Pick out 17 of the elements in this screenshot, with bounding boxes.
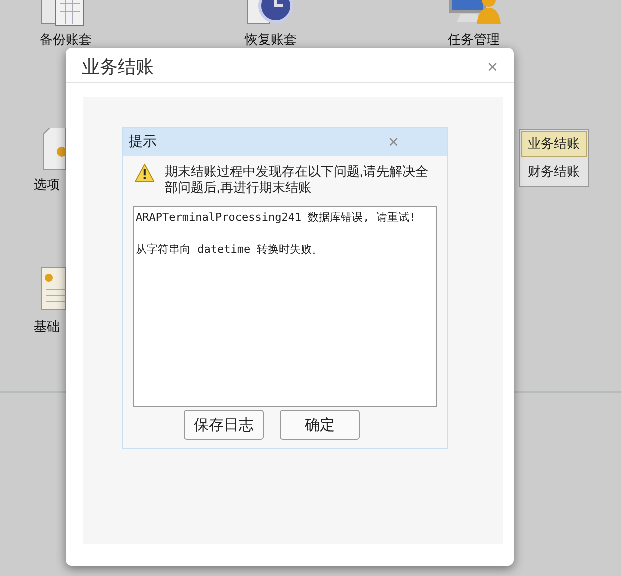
icon-label[interactable]: 选项 xyxy=(34,176,60,194)
prompt-title: 提示 xyxy=(129,133,157,151)
document-icon[interactable] xyxy=(42,128,66,172)
profile-card-icon[interactable] xyxy=(40,266,66,312)
dialog-button[interactable]: 确定 xyxy=(280,410,360,440)
dialog-button[interactable]: 保存日志 xyxy=(184,410,264,440)
log-line: ARAPTerminalProcessing241 数据库错误, 请重试! xyxy=(136,210,418,225)
icon-label[interactable]: 任务管理 xyxy=(448,31,500,49)
menu-item[interactable]: 业务结账 xyxy=(521,131,587,157)
icon-label[interactable]: 恢复账套 xyxy=(245,31,297,49)
dialog-title: 业务结账 xyxy=(82,56,154,79)
log-field[interactable]: ARAPTerminalProcessing241 数据库错误, 请重试! 从字符串向 datetime 转换时失败。 xyxy=(133,206,437,407)
log-line: 从字符串向 datetime 转换时失败。 xyxy=(136,242,324,257)
icon-label[interactable]: 基础 xyxy=(34,318,60,336)
menu-item[interactable]: 财务结账 xyxy=(521,159,587,185)
message-text: 期末结账过程中发现存在以下问题,请先解决全部问题后,再进行期末结账 xyxy=(164,164,430,196)
icon-label[interactable]: 备份账套 xyxy=(40,31,92,49)
